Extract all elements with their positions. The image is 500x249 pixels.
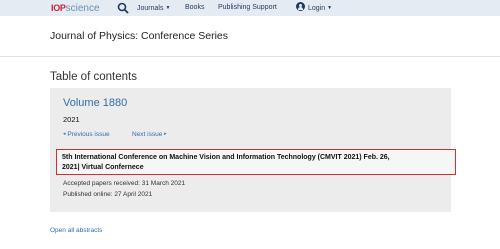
nav-login[interactable]: Login ▼ [296, 1, 332, 15]
nav-books[interactable]: Books [185, 1, 204, 15]
volume-title: Volume 1880 [63, 97, 128, 109]
chevron-down-icon: ▼ [165, 5, 171, 11]
conference-title-line1: 5th International Conference on Machine … [62, 154, 390, 161]
nav-publishing-support[interactable]: Publishing Support [218, 1, 277, 15]
chevron-right-icon: ▸ [164, 131, 167, 137]
chevron-left-icon: ◂ [63, 131, 66, 137]
conference-title: 5th International Conference on Machine … [62, 153, 454, 173]
previous-issue-label: Previous issue [67, 131, 110, 138]
conference-title-box: 5th International Conference on Machine … [56, 149, 456, 175]
conference-title-line2: 2021| Virtual Confernece [62, 164, 144, 171]
next-issue-link[interactable]: Next issue ▸ [132, 131, 167, 138]
volume-year: 2021 [63, 115, 80, 124]
logo-prefix: IOP [51, 3, 66, 13]
nav-publishing-support-label: Publishing Support [218, 4, 277, 11]
nav-login-label: Login [308, 5, 326, 12]
divider [0, 56, 500, 57]
logo-suffix: science [65, 3, 100, 14]
top-navigation-bar: IOPscience Journals ▼ Books Publishing Su… [0, 0, 500, 16]
nav-journals-label: Journals [137, 5, 164, 12]
toc-heading: Table of contents [50, 71, 137, 83]
search-icon[interactable] [116, 1, 130, 15]
nav-books-label: Books [185, 4, 205, 11]
nav-journals[interactable]: Journals ▼ [137, 1, 170, 15]
previous-issue-link[interactable]: ◂ Previous issue [63, 131, 110, 138]
journal-title[interactable]: Journal of Physics: Conference Series [50, 30, 228, 42]
iopscience-logo[interactable]: IOPscience [51, 1, 100, 15]
open-all-abstracts-link[interactable]: Open all abstracts [50, 227, 102, 234]
user-icon [296, 2, 305, 11]
accepted-date: Accepted papers received: 31 March 2021 [63, 180, 186, 187]
chevron-down-icon: ▼ [327, 5, 333, 11]
next-issue-label: Next issue [132, 131, 163, 138]
published-date: Published online: 27 April 2021 [63, 191, 153, 198]
